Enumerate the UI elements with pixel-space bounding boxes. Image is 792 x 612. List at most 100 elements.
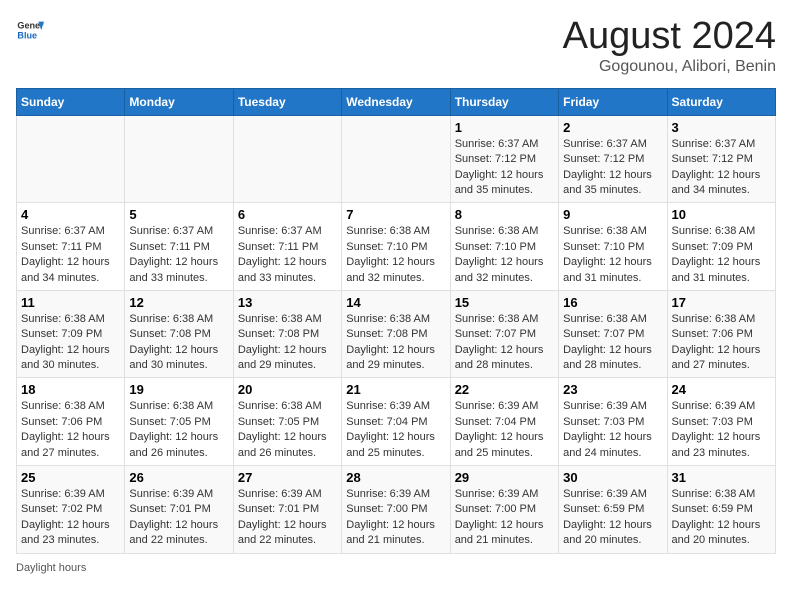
calendar-cell: 10Sunrise: 6:38 AM Sunset: 7:09 PM Dayli… [667, 203, 775, 291]
calendar-cell: 28 Sunrise: 6:39 AM Sunset: 7:00 PM Dayli… [342, 466, 450, 554]
day-number: 31 [672, 470, 771, 485]
day-number: 2 [563, 120, 662, 135]
calendar-cell: 29 Sunrise: 6:39 AM Sunset: 7:00 PM Dayli… [450, 466, 558, 554]
calendar-cell: 19 Sunrise: 6:38 AM Sunset: 7:05 PM Dayli… [125, 378, 233, 466]
day-number: 4 [21, 207, 120, 222]
calendar-cell: 18 Sunrise: 6:38 AM Sunset: 7:06 PM Dayli… [17, 378, 125, 466]
calendar-cell: 25 Sunrise: 6:39 AM Sunset: 7:02 PM Dayli… [17, 466, 125, 554]
footer: Daylight hours [16, 562, 776, 574]
calendar-cell: 17 Sunrise: 6:38 AM Sunset: 7:06 PM Dayli… [667, 290, 775, 378]
title-block: August 2024 Gogounou, Alibori, Benin [563, 16, 776, 76]
calendar-cell: 13 Sunrise: 6:38 AM Sunset: 7:08 PM Dayli… [233, 290, 341, 378]
day-info: Sunrise: 6:38 AM Sunset: 7:08 PM Dayligh… [129, 312, 228, 374]
main-title: August 2024 [563, 16, 776, 58]
day-number: 1 [455, 120, 554, 135]
day-number: 7 [346, 207, 445, 222]
day-info: Sunrise: 6:38 AM Sunset: 7:08 PM Dayligh… [238, 312, 337, 374]
day-info: Sunrise: 6:38 AM Sunset: 6:59 PM Dayligh… [672, 487, 771, 549]
calendar-cell [342, 115, 450, 203]
day-number: 26 [129, 470, 228, 485]
day-number: 27 [238, 470, 337, 485]
day-number: 25 [21, 470, 120, 485]
day-number: 22 [455, 382, 554, 397]
calendar-cell: 11 Sunrise: 6:38 AM Sunset: 7:09 PM Dayli… [17, 290, 125, 378]
calendar-table: SundayMondayTuesdayWednesdayThursdayFrid… [16, 88, 776, 554]
day-number: 24 [672, 382, 771, 397]
day-number: 13 [238, 295, 337, 310]
day-info: Sunrise: 6:38 AM Sunset: 7:08 PM Dayligh… [346, 312, 445, 374]
day-info: Sunrise: 6:39 AM Sunset: 7:04 PM Dayligh… [346, 399, 445, 461]
week-row-3: 11 Sunrise: 6:38 AM Sunset: 7:09 PM Dayli… [17, 290, 776, 378]
calendar-cell: 8 Sunrise: 6:38 AM Sunset: 7:10 PM Daylig… [450, 203, 558, 291]
day-number: 12 [129, 295, 228, 310]
day-number: 17 [672, 295, 771, 310]
day-info: Sunrise: 6:37 AM Sunset: 7:12 PM Dayligh… [455, 137, 554, 199]
day-info: Sunrise: 6:39 AM Sunset: 7:01 PM Dayligh… [238, 487, 337, 549]
day-header-wednesday: Wednesday [342, 88, 450, 115]
day-number: 18 [21, 382, 120, 397]
daylight-label: Daylight hours [16, 562, 86, 574]
day-header-tuesday: Tuesday [233, 88, 341, 115]
day-info: Sunrise: 6:38 AM Sunset: 7:06 PM Dayligh… [21, 399, 120, 461]
day-number: 21 [346, 382, 445, 397]
logo: General Blue [16, 16, 44, 44]
day-number: 29 [455, 470, 554, 485]
calendar-cell: 12 Sunrise: 6:38 AM Sunset: 7:08 PM Dayli… [125, 290, 233, 378]
day-info: Sunrise: 6:38 AM Sunset: 7:09 PM Dayligh… [672, 224, 771, 286]
day-info: Sunrise: 6:39 AM Sunset: 7:01 PM Dayligh… [129, 487, 228, 549]
calendar-cell: 9 Sunrise: 6:38 AM Sunset: 7:10 PM Daylig… [559, 203, 667, 291]
day-info: Sunrise: 6:38 AM Sunset: 7:05 PM Dayligh… [238, 399, 337, 461]
day-number: 20 [238, 382, 337, 397]
day-info: Sunrise: 6:39 AM Sunset: 7:03 PM Dayligh… [672, 399, 771, 461]
calendar-cell: 22 Sunrise: 6:39 AM Sunset: 7:04 PM Dayli… [450, 378, 558, 466]
week-row-4: 18 Sunrise: 6:38 AM Sunset: 7:06 PM Dayli… [17, 378, 776, 466]
day-info: Sunrise: 6:38 AM Sunset: 7:07 PM Dayligh… [563, 312, 662, 374]
week-row-1: 1 Sunrise: 6:37 AM Sunset: 7:12 PM Daylig… [17, 115, 776, 203]
calendar-cell: 16 Sunrise: 6:38 AM Sunset: 7:07 PM Dayli… [559, 290, 667, 378]
day-info: Sunrise: 6:39 AM Sunset: 7:00 PM Dayligh… [455, 487, 554, 549]
calendar-cell: 2Sunrise: 6:37 AM Sunset: 7:12 PM Daylig… [559, 115, 667, 203]
day-number: 30 [563, 470, 662, 485]
calendar-cell: 27 Sunrise: 6:39 AM Sunset: 7:01 PM Dayli… [233, 466, 341, 554]
day-number: 8 [455, 207, 554, 222]
day-number: 28 [346, 470, 445, 485]
day-info: Sunrise: 6:37 AM Sunset: 7:11 PM Dayligh… [21, 224, 120, 286]
calendar-cell: 26 Sunrise: 6:39 AM Sunset: 7:01 PM Dayli… [125, 466, 233, 554]
week-row-5: 25 Sunrise: 6:39 AM Sunset: 7:02 PM Dayli… [17, 466, 776, 554]
calendar-cell: 30 Sunrise: 6:39 AM Sunset: 6:59 PM Dayli… [559, 466, 667, 554]
calendar-cell: 4 Sunrise: 6:37 AM Sunset: 7:11 PM Daylig… [17, 203, 125, 291]
calendar-cell: 3 Sunrise: 6:37 AM Sunset: 7:12 PM Daylig… [667, 115, 775, 203]
calendar-cell: 21 Sunrise: 6:39 AM Sunset: 7:04 PM Dayli… [342, 378, 450, 466]
day-info: Sunrise: 6:38 AM Sunset: 7:10 PM Dayligh… [455, 224, 554, 286]
day-number: 9 [563, 207, 662, 222]
calendar-cell: 31 Sunrise: 6:38 AM Sunset: 6:59 PM Dayli… [667, 466, 775, 554]
day-header-thursday: Thursday [450, 88, 558, 115]
day-info: Sunrise: 6:39 AM Sunset: 7:00 PM Dayligh… [346, 487, 445, 549]
logo-icon: General Blue [16, 16, 44, 44]
day-info: Sunrise: 6:38 AM Sunset: 7:09 PM Dayligh… [21, 312, 120, 374]
calendar-cell: 15Sunrise: 6:38 AM Sunset: 7:07 PM Dayli… [450, 290, 558, 378]
day-info: Sunrise: 6:38 AM Sunset: 7:10 PM Dayligh… [563, 224, 662, 286]
day-info: Sunrise: 6:39 AM Sunset: 6:59 PM Dayligh… [563, 487, 662, 549]
calendar-cell: 6Sunrise: 6:37 AM Sunset: 7:11 PM Daylig… [233, 203, 341, 291]
calendar-cell: 20 Sunrise: 6:38 AM Sunset: 7:05 PM Dayli… [233, 378, 341, 466]
days-header-row: SundayMondayTuesdayWednesdayThursdayFrid… [17, 88, 776, 115]
day-info: Sunrise: 6:38 AM Sunset: 7:05 PM Dayligh… [129, 399, 228, 461]
day-info: Sunrise: 6:39 AM Sunset: 7:02 PM Dayligh… [21, 487, 120, 549]
calendar-cell [125, 115, 233, 203]
day-info: Sunrise: 6:37 AM Sunset: 7:11 PM Dayligh… [129, 224, 228, 286]
day-header-monday: Monday [125, 88, 233, 115]
day-info: Sunrise: 6:39 AM Sunset: 7:04 PM Dayligh… [455, 399, 554, 461]
calendar-cell [17, 115, 125, 203]
day-number: 19 [129, 382, 228, 397]
day-info: Sunrise: 6:37 AM Sunset: 7:11 PM Dayligh… [238, 224, 337, 286]
day-info: Sunrise: 6:38 AM Sunset: 7:06 PM Dayligh… [672, 312, 771, 374]
day-number: 15 [455, 295, 554, 310]
day-number: 3 [672, 120, 771, 135]
calendar-cell: 1 Sunrise: 6:37 AM Sunset: 7:12 PM Daylig… [450, 115, 558, 203]
day-info: Sunrise: 6:38 AM Sunset: 7:10 PM Dayligh… [346, 224, 445, 286]
day-number: 16 [563, 295, 662, 310]
day-number: 5 [129, 207, 228, 222]
day-info: Sunrise: 6:37 AM Sunset: 7:12 PM Dayligh… [672, 137, 771, 199]
day-number: 11 [21, 295, 120, 310]
